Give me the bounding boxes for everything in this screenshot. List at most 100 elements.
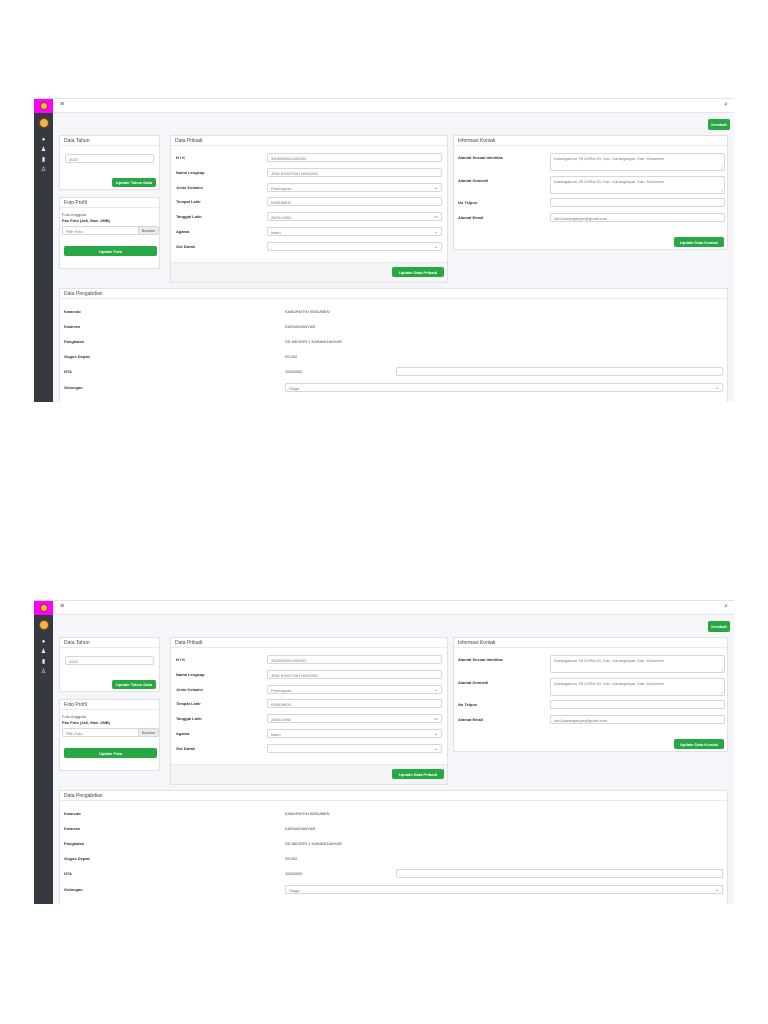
update-photo-button[interactable]: Update Foto (64, 748, 157, 758)
nama-label: Nama Lengkap (176, 672, 205, 677)
alamat-domisili-input[interactable]: Karanganom, Rt 02/Rw 01, Kec. Karanganya… (550, 678, 725, 696)
chevron-down-icon: ⌄ (433, 731, 438, 737)
alamat-domisili-input[interactable]: Karanganom, Rt 02/Rw 01, Kec. Karanganya… (550, 176, 725, 194)
resize-handle-icon[interactable]: ⌟ (721, 666, 723, 672)
browse-button[interactable]: Browse (138, 227, 158, 234)
email-input[interactable]: sdn1karanganyar@gmail.com (550, 213, 725, 222)
jk-label: Jenis Kelamin (176, 185, 203, 190)
calendar-icon[interactable]: ▭ (434, 716, 438, 721)
year-input[interactable]: 2022 (65, 154, 154, 163)
telpon-input[interactable]: - (550, 700, 725, 709)
main-content: Kembali Data Tahun 2022 Update Tahun Dat… (53, 113, 734, 402)
brand-logo[interactable] (34, 601, 53, 615)
card-data-pengabdian: Data Pengabdian Kwarcab KABUPATEN KEBUME… (59, 790, 728, 904)
jk-select[interactable]: Perempuan ⌄ (267, 685, 442, 694)
card-title: Foto Profil (60, 700, 159, 710)
kwarran-value: KARANGANYAR (285, 324, 316, 329)
resize-handle-icon[interactable]: ⌟ (721, 187, 723, 193)
nta-extra-input[interactable]: - (396, 869, 723, 878)
update-photo-button[interactable]: Update Foto (64, 246, 157, 256)
back-button[interactable]: Kembali (708, 621, 730, 632)
alamat-domisili-label: Alamat Domisili (458, 178, 489, 183)
golongan-label: Golongan (64, 887, 83, 892)
email-input[interactable]: sdn1karanganyar@gmail.com (550, 715, 725, 724)
photo-file-input[interactable]: Pilih Foto Browse (62, 728, 159, 737)
update-pribadi-button[interactable]: Update Data Pribadi (392, 769, 444, 779)
kwarran-value: KARANGANYAR (285, 826, 316, 831)
year-input[interactable]: 2022 (65, 656, 154, 665)
avatar[interactable] (38, 620, 49, 630)
topbar: ≡ ⌕ (53, 99, 734, 113)
card-foto-profil: Foto Profil Foto Anggota Pas Foto (4x6, … (59, 699, 160, 771)
file-icon[interactable]: ▮ (34, 658, 53, 667)
tanggal-input[interactable]: 28/01/1984 ▭ (267, 212, 442, 221)
chevron-down-icon: ⌄ (433, 244, 438, 250)
browse-button[interactable]: Browse (138, 729, 158, 736)
chevron-down-icon: ⌄ (433, 746, 438, 752)
telpon-input[interactable]: - (550, 198, 725, 207)
alamat-domisili-value: Karanganom, Rt 02/Rw 01, Kec. Karanganya… (554, 681, 664, 686)
resize-handle-icon[interactable]: ⌟ (721, 164, 723, 170)
goldar-select[interactable]: - ⌄ (267, 242, 442, 251)
golongan-select[interactable]: Siaga ⌄ (285, 885, 723, 894)
resize-handle-icon[interactable]: ⌟ (721, 689, 723, 695)
update-kontak-button[interactable]: Update Data Kontak (674, 739, 724, 749)
agama-select[interactable]: Islam ⌄ (267, 227, 442, 236)
file-icon[interactable]: ▮ (34, 156, 53, 165)
agama-label: Agama (176, 229, 190, 234)
update-year-button[interactable]: Update Tahun Data (112, 680, 156, 689)
kwarran-label: Kwarran (64, 324, 81, 329)
screenshot-top: ● ♟ ▮ ♙ ≡ ⌕ Kembali Data Tahun 2022 Upda… (34, 98, 734, 402)
tempat-input[interactable]: KEBUMEN (267, 699, 442, 708)
tempat-input[interactable]: KEBUMEN (267, 197, 442, 206)
alamat-identitas-input[interactable]: Karanganom, Rt 02/Rw 01, Kec. Karanganya… (550, 655, 725, 673)
nta-value: 11030002 (285, 871, 303, 876)
brand-logo[interactable] (34, 99, 53, 113)
nik-input[interactable]: 3305206911490002 (267, 655, 442, 664)
gudep-label: Gugus Depan (64, 856, 91, 861)
card-title: Data Pribadi (171, 136, 447, 146)
user-icon[interactable]: ♙ (34, 166, 53, 175)
search-icon[interactable]: ⌕ (724, 603, 728, 611)
alamat-identitas-input[interactable]: Karanganom, Rt 02/Rw 01, Kec. Karanganya… (550, 153, 725, 171)
tanggal-label: Tanggal Lahir (176, 716, 202, 721)
dashboard-icon[interactable]: ● (34, 638, 53, 647)
search-icon[interactable]: ⌕ (724, 101, 728, 109)
update-pribadi-button[interactable]: Update Data Pribadi (392, 267, 444, 277)
file-placeholder: Pilih Foto (66, 229, 83, 234)
card-data-pengabdian: Data Pengabdian Kwarcab KABUPATEN KEBUME… (59, 288, 728, 402)
photo-file-input[interactable]: Pilih Foto Browse (62, 226, 159, 235)
tanggal-input[interactable]: 28/01/1984 ▭ (267, 714, 442, 723)
update-year-button[interactable]: Update Tahun Data (112, 178, 156, 187)
goldar-label: Gol Darah (176, 244, 196, 249)
dashboard-icon[interactable]: ● (34, 136, 53, 145)
nama-input[interactable]: JENI KHATIYAH NINGSIH (267, 670, 442, 679)
pangkalan-value: SD NEGERI 1 KARANGANYAR (285, 339, 342, 344)
jk-select[interactable]: Perempuan ⌄ (267, 183, 442, 192)
nta-extra-input[interactable]: - (396, 367, 723, 376)
nik-input[interactable]: 3305206911490002 (267, 153, 442, 162)
agama-select[interactable]: Islam ⌄ (267, 729, 442, 738)
users-icon[interactable]: ♟ (34, 648, 53, 657)
telpon-label: No Telpon (458, 200, 478, 205)
email-label: Alamat Email (458, 717, 484, 722)
logo-icon (39, 102, 48, 110)
update-kontak-button[interactable]: Update Data Kontak (674, 237, 724, 247)
card-title: Data Pribadi (171, 638, 447, 648)
avatar[interactable] (38, 118, 49, 128)
card-title: Data Tahun (60, 638, 159, 648)
users-icon[interactable]: ♟ (34, 146, 53, 155)
user-icon[interactable]: ♙ (34, 668, 53, 677)
telpon-label: No Telpon (458, 702, 478, 707)
goldar-select[interactable]: - ⌄ (267, 744, 442, 753)
golongan-select[interactable]: Siaga ⌄ (285, 383, 723, 392)
nama-input[interactable]: JENI KHATIYAH NINGSIH (267, 168, 442, 177)
card-data-tahun: Data Tahun 2022 Update Tahun Data (59, 637, 160, 692)
nama-label: Nama Lengkap (176, 170, 205, 175)
alamat-domisili-label: Alamat Domisili (458, 680, 489, 685)
card-title: Data Tahun (60, 136, 159, 146)
calendar-icon[interactable]: ▭ (434, 214, 438, 219)
menu-icon[interactable]: ≡ (60, 101, 64, 108)
back-button[interactable]: Kembali (708, 119, 730, 130)
menu-icon[interactable]: ≡ (60, 603, 64, 610)
